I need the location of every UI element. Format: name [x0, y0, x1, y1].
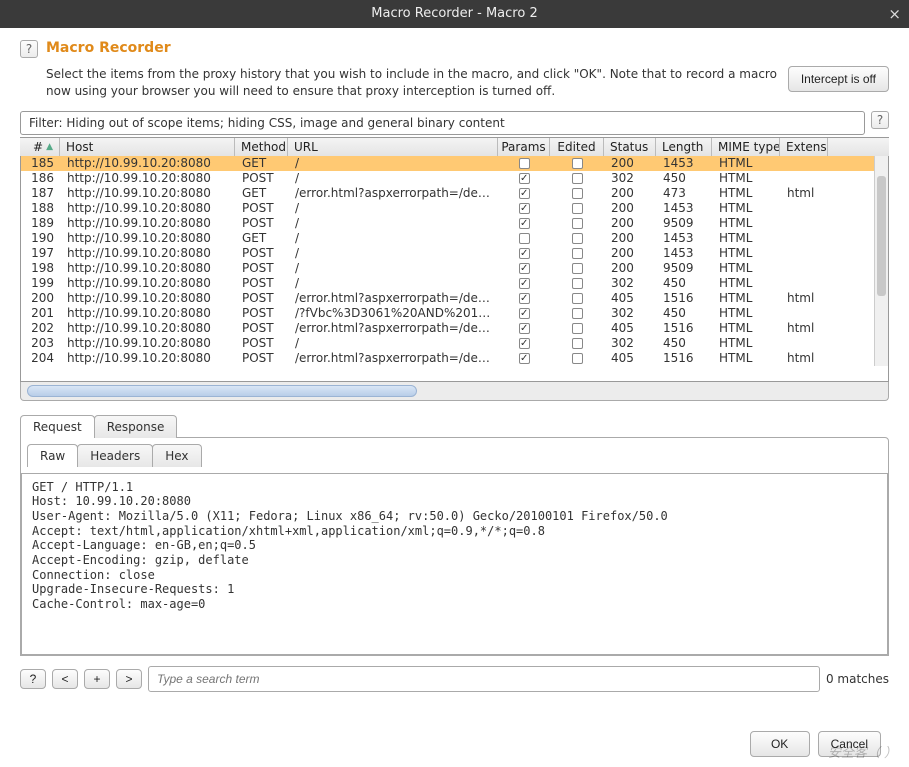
- filter-bar[interactable]: Filter: Hiding out of scope items; hidin…: [20, 111, 865, 135]
- table-row[interactable]: 201http://10.99.10.20:8080POST/?fVbc%3D3…: [21, 306, 888, 321]
- search-next-button[interactable]: >: [116, 669, 142, 689]
- edited-checkbox: [572, 293, 583, 304]
- params-checkbox: [519, 248, 530, 259]
- window-title: Macro Recorder - Macro 2: [371, 6, 537, 21]
- params-checkbox: [519, 218, 530, 229]
- col-edited[interactable]: Edited: [550, 138, 604, 156]
- col-host[interactable]: Host: [60, 138, 235, 156]
- close-icon[interactable]: ×: [888, 0, 901, 28]
- col-method[interactable]: Method: [235, 138, 288, 156]
- table-row[interactable]: 203http://10.99.10.20:8080POST/302450HTM…: [21, 336, 888, 351]
- table-row[interactable]: 199http://10.99.10.20:8080POST/302450HTM…: [21, 276, 888, 291]
- page-title: Macro Recorder: [46, 40, 171, 56]
- table-row[interactable]: 200http://10.99.10.20:8080POST/error.htm…: [21, 291, 888, 306]
- description-text: Select the items from the proxy history …: [46, 66, 778, 101]
- params-checkbox: [519, 308, 530, 319]
- edited-checkbox: [572, 158, 583, 169]
- params-checkbox: [519, 263, 530, 274]
- col-url[interactable]: URL: [288, 138, 498, 156]
- edited-checkbox: [572, 353, 583, 364]
- col-status[interactable]: Status: [604, 138, 656, 156]
- edited-checkbox: [572, 218, 583, 229]
- params-checkbox: [519, 293, 530, 304]
- table-row[interactable]: 187http://10.99.10.20:8080GET/error.html…: [21, 186, 888, 201]
- params-checkbox: [519, 353, 530, 364]
- edited-checkbox: [572, 308, 583, 319]
- tab-request[interactable]: Request: [20, 415, 95, 438]
- edited-checkbox: [572, 338, 583, 349]
- vertical-scrollbar[interactable]: [874, 156, 888, 366]
- params-checkbox: [519, 158, 530, 169]
- edited-checkbox: [572, 203, 583, 214]
- subtab-headers[interactable]: Headers: [77, 444, 153, 467]
- params-checkbox: [519, 278, 530, 289]
- table-row[interactable]: 197http://10.99.10.20:8080POST/2001453HT…: [21, 246, 888, 261]
- subtab-raw[interactable]: Raw: [27, 444, 78, 467]
- params-checkbox: [519, 173, 530, 184]
- search-matches-count: 0 matches: [826, 672, 889, 686]
- search-help-button[interactable]: ?: [20, 669, 46, 689]
- search-add-button[interactable]: +: [84, 669, 110, 689]
- search-input[interactable]: [148, 666, 820, 692]
- table-row[interactable]: 204http://10.99.10.20:8080POST/error.htm…: [21, 351, 888, 366]
- table-row[interactable]: 198http://10.99.10.20:8080POST/2009509HT…: [21, 261, 888, 276]
- table-row[interactable]: 185http://10.99.10.20:8080GET/2001453HTM…: [21, 156, 888, 171]
- tab-response[interactable]: Response: [94, 415, 178, 438]
- params-checkbox: [519, 188, 530, 199]
- sort-asc-icon: ▲: [46, 142, 53, 152]
- edited-checkbox: [572, 233, 583, 244]
- col-number[interactable]: #▲: [20, 138, 60, 156]
- help-icon[interactable]: ?: [20, 40, 38, 58]
- cancel-button[interactable]: Cancel: [818, 731, 881, 757]
- horizontal-scrollbar[interactable]: [20, 382, 889, 401]
- params-checkbox: [519, 233, 530, 244]
- edited-checkbox: [572, 173, 583, 184]
- col-ext[interactable]: Extens: [780, 138, 828, 156]
- edited-checkbox: [572, 188, 583, 199]
- table-header: #▲ Host Method URL Params Edited Status …: [20, 137, 889, 157]
- params-checkbox: [519, 323, 530, 334]
- table-row[interactable]: 202http://10.99.10.20:8080POST/error.htm…: [21, 321, 888, 336]
- table-row[interactable]: 190http://10.99.10.20:8080GET/2001453HTM…: [21, 231, 888, 246]
- edited-checkbox: [572, 323, 583, 334]
- col-length[interactable]: Length: [656, 138, 712, 156]
- title-bar: Macro Recorder - Macro 2 ×: [0, 0, 909, 28]
- subtab-hex[interactable]: Hex: [152, 444, 201, 467]
- params-checkbox: [519, 338, 530, 349]
- edited-checkbox: [572, 248, 583, 259]
- col-params[interactable]: Params: [498, 138, 550, 156]
- table-row[interactable]: 189http://10.99.10.20:8080POST/2009509HT…: [21, 216, 888, 231]
- raw-request-view[interactable]: GET / HTTP/1.1 Host: 10.99.10.20:8080 Us…: [21, 473, 888, 655]
- proxy-history-table[interactable]: 185http://10.99.10.20:8080GET/2001453HTM…: [20, 156, 889, 382]
- col-mime[interactable]: MIME type: [712, 138, 780, 156]
- table-row[interactable]: 188http://10.99.10.20:8080POST/2001453HT…: [21, 201, 888, 216]
- ok-button[interactable]: OK: [750, 731, 810, 757]
- edited-checkbox: [572, 278, 583, 289]
- table-row[interactable]: 186http://10.99.10.20:8080POST/302450HTM…: [21, 171, 888, 186]
- intercept-toggle-button[interactable]: Intercept is off: [788, 66, 889, 92]
- search-prev-button[interactable]: <: [52, 669, 78, 689]
- edited-checkbox: [572, 263, 583, 274]
- filter-help-icon[interactable]: ?: [871, 111, 889, 129]
- params-checkbox: [519, 203, 530, 214]
